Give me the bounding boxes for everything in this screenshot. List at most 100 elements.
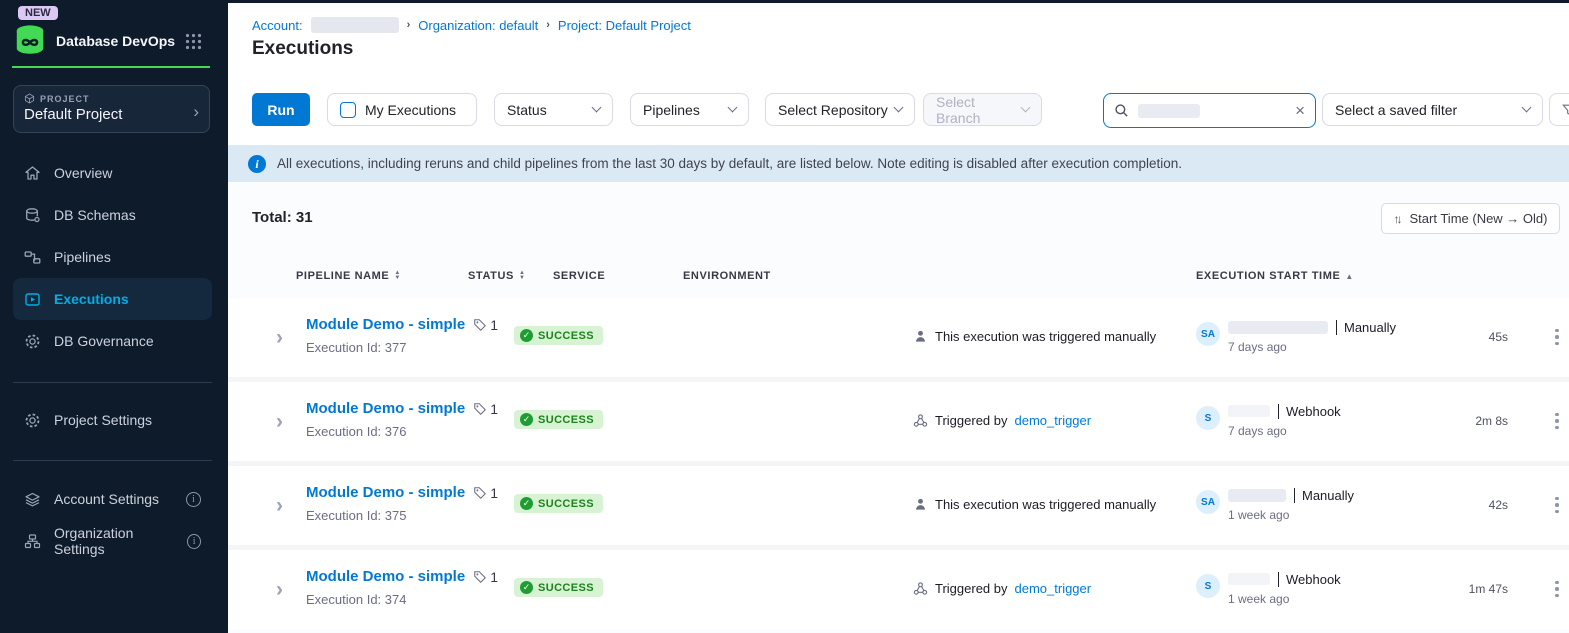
sidebar-item-executions[interactable]: Executions xyxy=(13,278,212,320)
my-executions-toggle[interactable]: My Executions xyxy=(327,93,477,126)
new-badge: NEW xyxy=(18,6,58,20)
breadcrumb-organization-link[interactable]: Organization: default xyxy=(418,18,538,33)
chevron-right-icon: › xyxy=(546,19,550,31)
sort-order-dropdown[interactable]: ↑↓ Start Time (New → Old) xyxy=(1381,203,1560,234)
trigger-method: Manually xyxy=(1336,320,1396,335)
trigger-info: Triggered by demo_trigger xyxy=(913,413,1091,428)
sidebar-item-db-schemas[interactable]: DB Schemas xyxy=(13,194,212,236)
clear-search-icon[interactable]: × xyxy=(1295,101,1305,121)
execution-row[interactable]: › Module Demo - simple 1 Execution Id: 3… xyxy=(228,466,1569,545)
execution-row[interactable]: › Module Demo - simple 1 Execution Id: 3… xyxy=(228,298,1569,377)
more-options-icon[interactable] xyxy=(1550,575,1564,603)
nine-dots-grid-icon[interactable] xyxy=(185,33,202,50)
branch-filter-label: Select Branch xyxy=(936,94,1022,126)
more-options-icon[interactable] xyxy=(1550,323,1564,351)
sidebar-item-pipelines[interactable]: Pipelines xyxy=(13,236,212,278)
column-header-status[interactable]: STATUS ▲▼ xyxy=(468,270,526,282)
run-button[interactable]: Run xyxy=(252,93,310,126)
sidebar-item-label: Executions xyxy=(54,291,129,307)
avatar: S xyxy=(1196,574,1220,598)
cube-icon xyxy=(24,93,35,104)
tag-icon xyxy=(473,318,487,332)
sort-arrows-icon: ↑↓ xyxy=(1394,212,1400,226)
toolbar: Run My Executions Status Pipelines Selec… xyxy=(228,93,1569,127)
sort-both-icon: ▲▼ xyxy=(394,271,401,281)
tag-count-value: 1 xyxy=(490,401,498,417)
info-circle-icon[interactable]: i xyxy=(186,492,201,507)
status-label: SUCCESS xyxy=(538,330,594,342)
column-label: SERVICE xyxy=(553,270,605,282)
duration: 42s xyxy=(1438,498,1508,512)
execution-row[interactable]: › Module Demo - simple 1 Execution Id: 3… xyxy=(228,550,1569,629)
success-check-icon: ✓ xyxy=(520,497,533,510)
my-executions-label: My Executions xyxy=(365,102,456,118)
expand-chevron-icon[interactable]: › xyxy=(276,410,283,434)
filter-icon-button[interactable] xyxy=(1549,93,1569,126)
trigger-info: This execution was triggered manually xyxy=(913,497,1156,512)
info-circle-icon[interactable]: i xyxy=(187,534,201,549)
repository-filter-dropdown[interactable]: Select Repository xyxy=(765,93,915,126)
trigger-method: Webhook xyxy=(1278,404,1341,419)
sort-both-icon: ▲▼ xyxy=(519,271,526,281)
tag-count-value: 1 xyxy=(490,317,498,333)
tag-count: 1 xyxy=(473,317,498,333)
redacted-account-name xyxy=(311,17,399,33)
execution-row[interactable]: › Module Demo - simple 1 Execution Id: 3… xyxy=(228,382,1569,461)
expand-chevron-icon[interactable]: › xyxy=(276,494,283,518)
database-icon xyxy=(24,207,41,224)
column-header-pipeline-name[interactable]: PIPELINE NAME ▲▼ xyxy=(296,270,401,282)
success-check-icon: ✓ xyxy=(520,581,533,594)
column-header-execution-start-time[interactable]: EXECUTION START TIME ▲ xyxy=(1196,270,1354,282)
sidebar-divider xyxy=(13,382,212,383)
sidebar-item-label: Project Settings xyxy=(54,412,152,428)
tag-count-value: 1 xyxy=(490,569,498,585)
expand-chevron-icon[interactable]: › xyxy=(276,326,283,350)
search-input[interactable]: × xyxy=(1103,93,1316,128)
window-top-border xyxy=(0,0,1569,3)
pipeline-name-link[interactable]: Module Demo - simple xyxy=(306,400,465,417)
breadcrumb-account-link[interactable]: Account: xyxy=(252,18,303,33)
sidebar-item-label: DB Governance xyxy=(54,333,154,349)
trigger-text: Triggered by xyxy=(935,413,1008,428)
app-title: Database DevOps xyxy=(56,33,175,49)
sidebar-item-account-settings[interactable]: Account Settings i xyxy=(13,478,212,520)
filter-icon xyxy=(1562,103,1569,117)
more-options-icon[interactable] xyxy=(1550,491,1564,519)
trigger-info: This execution was triggered manually xyxy=(913,329,1156,344)
branch-filter-dropdown-disabled: Select Branch xyxy=(923,93,1042,126)
sidebar-item-project-settings[interactable]: Project Settings xyxy=(13,399,212,441)
trigger-text: Triggered by xyxy=(935,581,1008,596)
sidebar-item-label: Organization Settings xyxy=(54,525,174,557)
pipeline-name-link[interactable]: Module Demo - simple xyxy=(306,568,465,585)
page-title: Executions xyxy=(252,38,353,60)
sidebar-item-db-governance[interactable]: DB Governance xyxy=(13,320,212,362)
sidebar-item-overview[interactable]: Overview xyxy=(13,152,212,194)
trigger-link[interactable]: demo_trigger xyxy=(1015,581,1092,596)
status-label: SUCCESS xyxy=(538,498,594,510)
breadcrumb-project-link[interactable]: Project: Default Project xyxy=(558,18,691,33)
trigger-method: Webhook xyxy=(1278,572,1341,587)
sidebar-item-label: Overview xyxy=(54,165,112,181)
chevron-down-icon xyxy=(728,103,738,113)
execution-id: Execution Id: 374 xyxy=(306,592,406,607)
project-selector[interactable]: PROJECT Default Project › xyxy=(13,85,210,133)
status-label: SUCCESS xyxy=(538,414,594,426)
column-header-service: SERVICE xyxy=(553,270,605,282)
status-filter-dropdown[interactable]: Status xyxy=(494,93,613,126)
trigger-method: Manually xyxy=(1294,488,1354,503)
trigger-text: This execution was triggered manually xyxy=(935,497,1156,512)
more-options-icon[interactable] xyxy=(1550,407,1564,435)
saved-filter-dropdown[interactable]: Select a saved filter xyxy=(1322,93,1543,126)
sidebar-item-organization-settings[interactable]: Organization Settings i xyxy=(13,520,212,562)
pipeline-name-link[interactable]: Module Demo - simple xyxy=(306,484,465,501)
pipelines-filter-dropdown[interactable]: Pipelines xyxy=(630,93,749,126)
trigger-link[interactable]: demo_trigger xyxy=(1015,413,1092,428)
breadcrumb: Account: › Organization: default › Proje… xyxy=(252,17,691,33)
my-executions-checkbox[interactable] xyxy=(340,102,356,118)
avatar: SA xyxy=(1196,490,1220,514)
expand-chevron-icon[interactable]: › xyxy=(276,578,283,602)
redacted-user-name xyxy=(1228,573,1270,585)
success-check-icon: ✓ xyxy=(520,413,533,426)
pipeline-name-link[interactable]: Module Demo - simple xyxy=(306,316,465,333)
tag-count: 1 xyxy=(473,569,498,585)
